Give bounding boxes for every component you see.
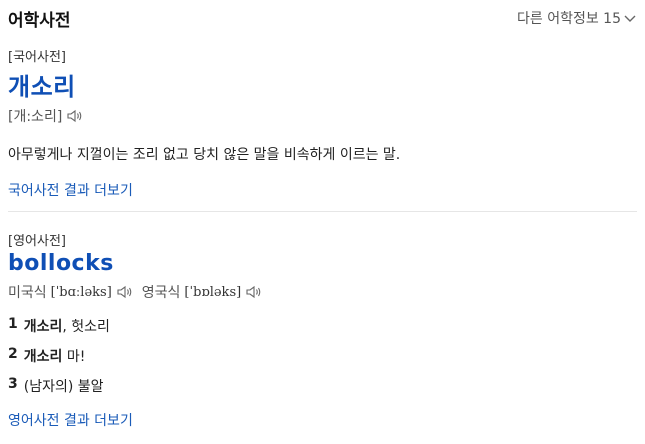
more-language-info-button[interactable]: 다른 어학정보 15 [517, 8, 637, 28]
meaning-rest: , 헛소리 [62, 319, 110, 335]
us-pronunciation: [ˈbɑːləks] [50, 284, 112, 300]
section-title: 어학사전 [8, 11, 71, 31]
meaning-number: 3 [8, 376, 18, 392]
meaning-text: 개소리, 헛소리 [24, 316, 110, 336]
meaning-list: 1 개소리, 헛소리 2 개소리 마! 3 (남자의) 불알 [8, 316, 637, 396]
dictionary-header: 어학사전 다른 어학정보 15 [8, 6, 637, 32]
english-headword[interactable]: bollocks [8, 251, 637, 276]
uk-pronunciation: [ˈbɒləks] [184, 284, 242, 300]
chevron-down-icon [624, 15, 636, 22]
meaning-number: 2 [8, 346, 18, 362]
speaker-icon[interactable] [66, 108, 84, 124]
meaning-number: 1 [8, 316, 18, 332]
meaning-item: 2 개소리 마! [8, 346, 637, 366]
english-more-results-link[interactable]: 영어사전 결과 더보기 [8, 410, 637, 430]
korean-pronunciation: [개:소리] [8, 109, 63, 125]
korean-headword[interactable]: 개소리 [8, 67, 637, 102]
english-dictionary-section: [영어사전] bollocks 미국식 [ˈbɑːləks] 영국식 [ˈbɒl… [8, 230, 637, 430]
meaning-rest: 마! [62, 349, 86, 365]
korean-more-results-link[interactable]: 국어사전 결과 더보기 [8, 180, 637, 200]
section-divider [8, 211, 637, 212]
meaning-text: (남자의) 불알 [24, 376, 104, 396]
korean-definition: 아무렇게나 지껄이는 조리 없고 당치 않은 말을 비속하게 이르는 말. [8, 147, 401, 163]
speaker-icon[interactable] [116, 284, 134, 300]
meaning-text: 개소리 마! [24, 346, 86, 366]
meaning-item: 1 개소리, 헛소리 [8, 316, 637, 336]
more-language-info-label: 다른 어학정보 15 [517, 11, 621, 27]
meaning-keyword: 개소리 [23, 319, 63, 335]
speaker-icon[interactable] [245, 284, 263, 300]
us-pronunciation-label: 미국식 [8, 285, 47, 301]
uk-pronunciation-label: 영국식 [141, 285, 181, 301]
meaning-item: 3 (남자의) 불알 [8, 376, 637, 396]
korean-dictionary-label: [국어사전] [8, 50, 66, 65]
korean-dictionary-section: [국어사전] 개소리 [개:소리] 아무렇게나 지껄이는 조리 없고 당치 않은… [8, 46, 637, 200]
korean-pronunciation-row: [개:소리] [8, 106, 637, 126]
english-dictionary-label: [영어사전] [8, 234, 66, 249]
english-pronunciation-row: 미국식 [ˈbɑːləks] 영국식 [ˈbɒləks] [8, 282, 637, 302]
meaning-rest: (남자의) 불알 [23, 379, 104, 395]
meaning-keyword: 개소리 [23, 349, 63, 365]
